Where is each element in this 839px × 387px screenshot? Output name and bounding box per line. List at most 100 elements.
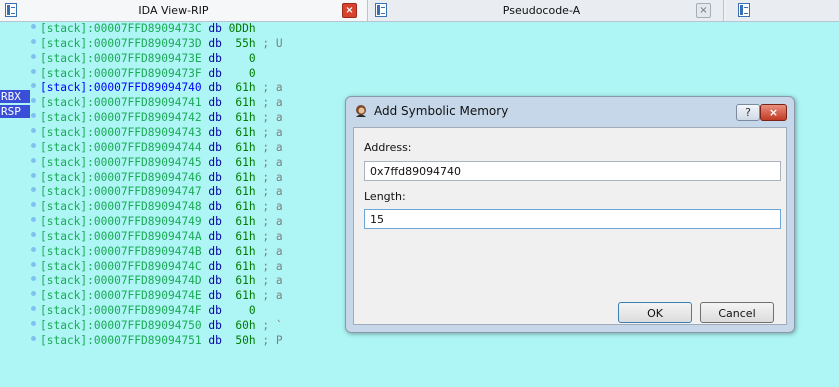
- dialog-title: Add Symbolic Memory: [374, 104, 509, 118]
- line-bullet-icon: [31, 68, 36, 74]
- line-bullet-icon: [31, 142, 36, 148]
- listing-address: [stack]:00007FFD8909474A: [40, 229, 202, 243]
- address-input[interactable]: [364, 161, 781, 181]
- listing-address: [stack]:00007FFD8909474C: [40, 259, 202, 273]
- listing-mnemonic: db: [208, 244, 222, 258]
- listing-line[interactable]: [stack]:00007FFD89094740 db 61h ; a: [40, 81, 283, 95]
- line-bullet-icon: [31, 202, 36, 208]
- listing-address: [stack]:00007FFD89094750: [40, 319, 202, 332]
- listing-value: 61h: [235, 229, 256, 243]
- add-symbolic-memory-dialog: Add Symbolic Memory ? × Address: Length:…: [345, 96, 795, 333]
- dialog-titlebar[interactable]: Add Symbolic Memory ? ×: [346, 97, 794, 125]
- line-bullet-icon: [31, 172, 36, 178]
- length-input[interactable]: [364, 209, 781, 229]
- tab-pseudocode-title: Pseudocode-A: [502, 4, 581, 17]
- listing-line[interactable]: [stack]:00007FFD8909474C db 61h ; a: [40, 260, 283, 274]
- listing-line[interactable]: [stack]:00007FFD8909474B db 61h ; a: [40, 245, 283, 259]
- listing-mnemonic: db: [208, 200, 222, 214]
- tab-pseudocode[interactable]: Pseudocode-A ×: [370, 0, 724, 21]
- listing-comment: ; a: [262, 185, 283, 199]
- listing-address: [stack]:00007FFD89094747: [40, 185, 202, 199]
- close-tab-icon[interactable]: ×: [342, 3, 357, 18]
- listing-value: 50h: [235, 333, 256, 347]
- listing-value: 0: [248, 51, 256, 65]
- listing-mnemonic: db: [208, 185, 222, 199]
- dialog-body: Address: Length: OK Cancel: [353, 127, 787, 325]
- listing-line[interactable]: [stack]:00007FFD89094751 db 50h ; P: [40, 334, 283, 348]
- listing-line[interactable]: [stack]:00007FFD8909473C db 0DDh: [40, 22, 262, 36]
- cancel-button[interactable]: Cancel: [700, 302, 774, 323]
- listing-line[interactable]: [stack]:00007FFD89094741 db 61h ; a: [40, 96, 283, 110]
- listing-address: [stack]:00007FFD8909473D: [40, 36, 202, 50]
- listing-address: [stack]:00007FFD89094746: [40, 170, 202, 184]
- listing-icon: [738, 3, 750, 17]
- listing-mnemonic: db: [208, 333, 222, 347]
- listing-mnemonic: db: [208, 51, 222, 65]
- line-bullet-icon: [31, 276, 36, 282]
- listing-line[interactable]: [stack]:00007FFD8909474D db 61h ; a: [40, 274, 283, 288]
- listing-address: [stack]:00007FFD89094740: [40, 81, 202, 95]
- listing-address: [stack]:00007FFD8909474D: [40, 274, 202, 288]
- listing-line[interactable]: [stack]:00007FFD89094749 db 61h ; a: [40, 215, 283, 229]
- listing-line[interactable]: [stack]:00007FFD89094747 db 61h ; a: [40, 185, 283, 199]
- line-bullet-icon: [31, 157, 36, 163]
- listing-line[interactable]: [stack]:00007FFD8909473D db 55h ; U: [40, 37, 283, 51]
- listing-mnemonic: db: [208, 274, 222, 288]
- listing-value: 61h: [235, 289, 256, 303]
- close-dialog-button[interactable]: ×: [760, 104, 787, 121]
- listing-comment: ; a: [262, 215, 283, 229]
- listing-address: [stack]:00007FFD89094745: [40, 155, 202, 169]
- listing-line[interactable]: [stack]:00007FFD89094744 db 61h ; a: [40, 141, 283, 155]
- listing-comment: ; a: [262, 140, 283, 154]
- listing-mnemonic: db: [208, 96, 222, 110]
- listing-line[interactable]: [stack]:00007FFD89094745 db 61h ; a: [40, 156, 283, 170]
- listing-address: [stack]:00007FFD89094744: [40, 140, 202, 154]
- line-bullet-icon: [31, 24, 36, 29]
- listing-line[interactable]: [stack]:00007FFD89094748 db 61h ; a: [40, 200, 283, 214]
- listing-line[interactable]: [stack]:00007FFD89094746 db 61h ; a: [40, 171, 283, 185]
- ok-button[interactable]: OK: [618, 302, 692, 323]
- listing-line[interactable]: [stack]:00007FFD89094743 db 61h ; a: [40, 126, 283, 140]
- tab-ida-view[interactable]: IDA View-RIP ×: [0, 0, 368, 21]
- listing-address: [stack]:00007FFD8909474F: [40, 304, 202, 318]
- line-bullet-icon: [31, 246, 36, 252]
- listing-value: 0: [248, 304, 256, 318]
- listing-line[interactable]: [stack]:00007FFD89094750 db 60h ; `: [40, 319, 283, 333]
- line-bullet-icon: [31, 231, 36, 237]
- line-bullet-icon: [31, 53, 36, 59]
- listing-value: 61h: [235, 111, 256, 125]
- line-bullet-icon: [31, 113, 36, 119]
- listing-value: 60h: [235, 319, 256, 332]
- listing-mnemonic: db: [208, 22, 222, 35]
- close-tab-icon[interactable]: ×: [696, 3, 711, 18]
- listing-line[interactable]: [stack]:00007FFD8909473E db 0: [40, 52, 262, 66]
- listing-line[interactable]: [stack]:00007FFD8909474F db 0: [40, 304, 262, 318]
- listing-comment: ; a: [262, 289, 283, 303]
- line-bullet-icon: [31, 217, 36, 223]
- address-label: Address:: [364, 141, 412, 154]
- listing-line[interactable]: [stack]:00007FFD8909474A db 61h ; a: [40, 230, 283, 244]
- listing-value: 61h: [235, 259, 256, 273]
- listing-mnemonic: db: [208, 66, 222, 80]
- listing-line[interactable]: [stack]:00007FFD8909473F db 0: [40, 67, 262, 81]
- listing-comment: ; a: [262, 125, 283, 139]
- listing-address: [stack]:00007FFD89094741: [40, 96, 202, 110]
- listing-comment: ; `: [262, 319, 283, 332]
- listing-comment: ; a: [262, 259, 283, 273]
- listing-value: 61h: [235, 155, 256, 169]
- tab-extra[interactable]: [726, 0, 839, 21]
- listing-address: [stack]:00007FFD89094748: [40, 200, 202, 214]
- register-label-rbx: RBX: [0, 90, 30, 103]
- listing-value: 61h: [235, 125, 256, 139]
- line-bullet-icon: [31, 38, 36, 44]
- listing-address: [stack]:00007FFD8909474B: [40, 244, 202, 258]
- listing-line[interactable]: [stack]:00007FFD8909474E db 61h ; a: [40, 289, 283, 303]
- listing-address: [stack]:00007FFD8909473F: [40, 66, 202, 80]
- line-bullet-icon: [31, 261, 36, 267]
- line-bullet-icon: [31, 83, 36, 89]
- help-button[interactable]: ?: [736, 104, 760, 121]
- listing-line[interactable]: [stack]:00007FFD89094742 db 61h ; a: [40, 111, 283, 125]
- listing-address: [stack]:00007FFD8909473E: [40, 51, 202, 65]
- listing-mnemonic: db: [208, 259, 222, 273]
- listing-mnemonic: db: [208, 170, 222, 184]
